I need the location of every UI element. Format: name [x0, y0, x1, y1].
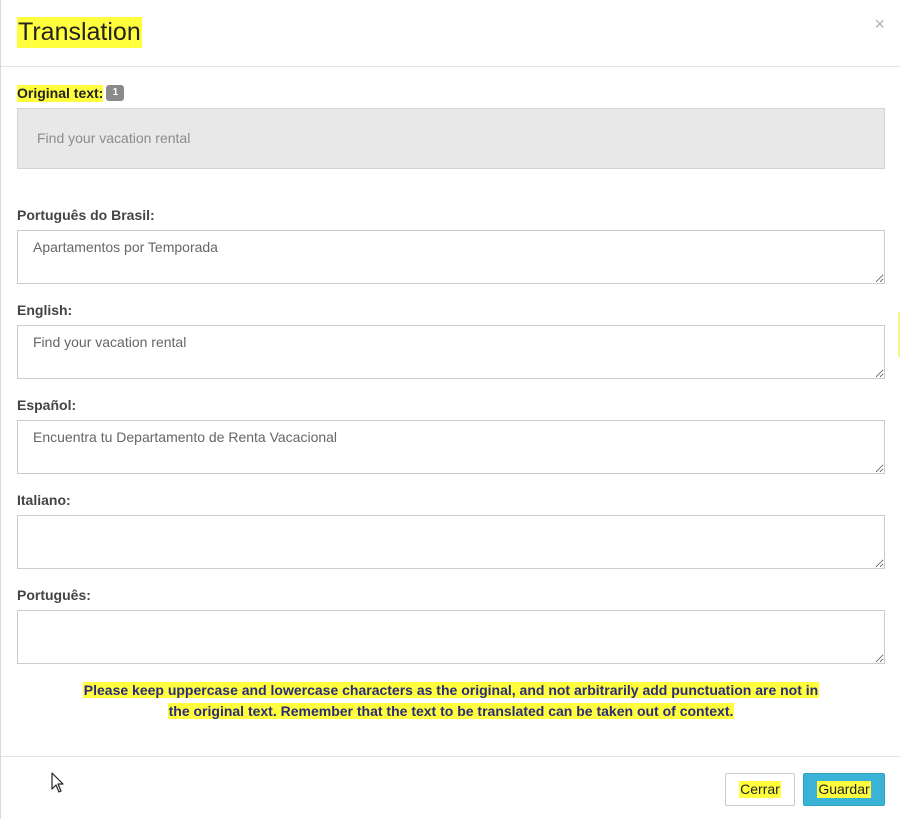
- cancel-button-label: Cerrar: [739, 781, 781, 798]
- label-pt-br: Português do Brasil:: [17, 207, 155, 223]
- modal-footer: Cerrar Guardar: [1, 756, 900, 819]
- original-text-box: Find your vacation rental: [17, 108, 885, 169]
- field-espanol[interactable]: [17, 420, 885, 474]
- translation-notice: Please keep uppercase and lowercase char…: [1, 680, 900, 722]
- label-english: English:: [17, 302, 73, 318]
- mouse-cursor-icon: [51, 772, 64, 793]
- field-english[interactable]: [17, 325, 885, 379]
- save-button-label: Guardar: [817, 781, 871, 798]
- original-text-badge: 1: [106, 85, 125, 101]
- field-pt-br[interactable]: [17, 230, 885, 284]
- notice-line-1: Please keep uppercase and lowercase char…: [82, 682, 820, 698]
- label-italiano: Italiano:: [17, 492, 71, 508]
- close-icon[interactable]: ×: [874, 14, 885, 34]
- save-button[interactable]: Guardar: [803, 773, 885, 806]
- notice-line-2: the original text. Remember that the tex…: [167, 703, 735, 719]
- modal-header: Translation ×: [1, 0, 900, 67]
- field-portugues[interactable]: [17, 610, 885, 664]
- original-text-label-row: Original text: 1: [17, 84, 125, 102]
- modal-title: Translation: [17, 17, 142, 48]
- field-italiano[interactable]: [17, 515, 885, 569]
- label-espanol: Español:: [17, 397, 77, 413]
- translation-modal: Translation × Original text: 1 Find your…: [0, 0, 900, 819]
- label-portugues: Português:: [17, 587, 91, 603]
- original-text-label: Original text:: [17, 84, 104, 102]
- cancel-button[interactable]: Cerrar: [725, 773, 795, 806]
